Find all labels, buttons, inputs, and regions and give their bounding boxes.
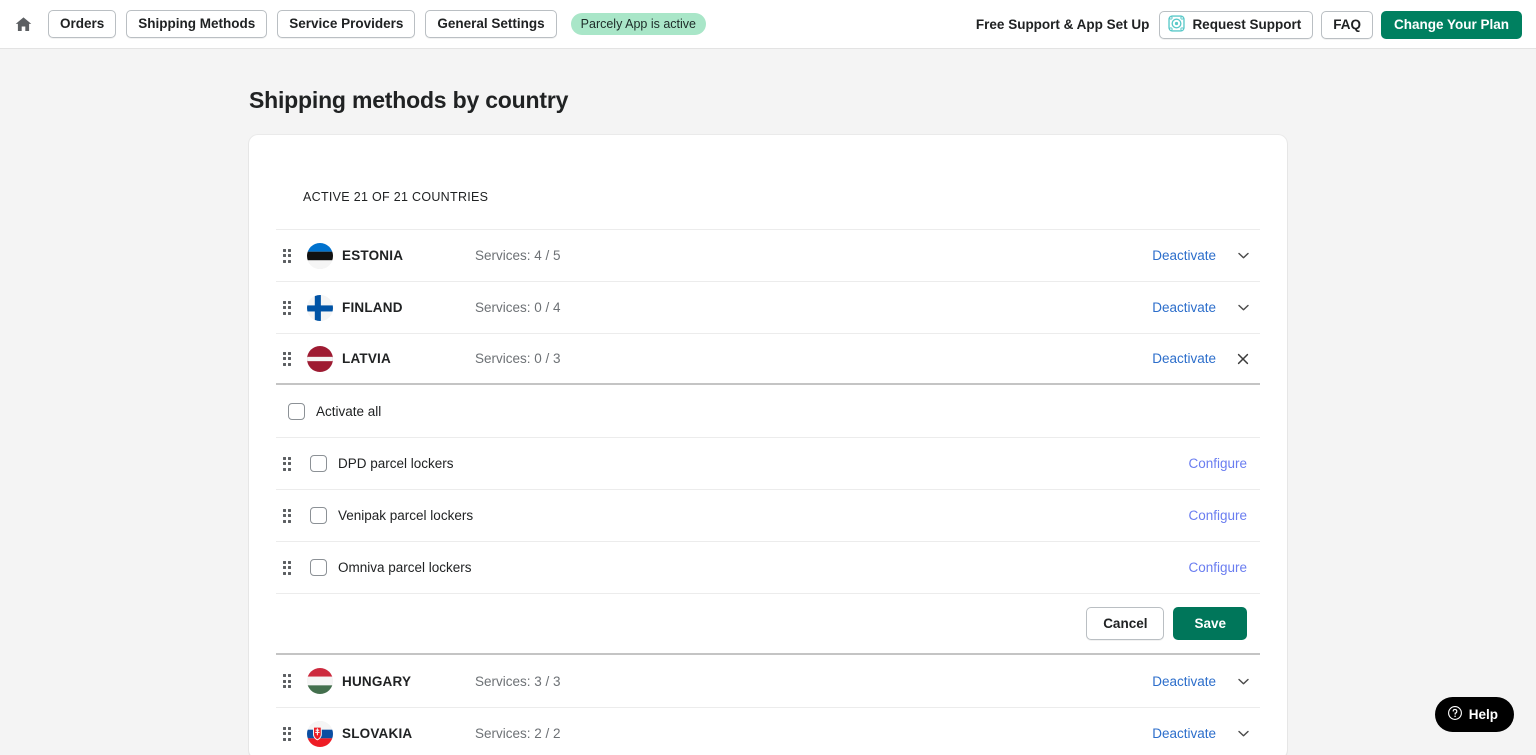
question-circle-icon [1447, 705, 1463, 724]
nav-button-service-providers[interactable]: Service Providers [277, 10, 416, 38]
service-checkbox-wrap [307, 559, 329, 576]
service-checkbox[interactable] [309, 559, 327, 576]
close-icon[interactable] [1231, 347, 1255, 371]
free-support-label: Free Support & App Set Up [975, 17, 1150, 32]
chevron-down-icon[interactable] [1231, 722, 1255, 746]
cancel-button[interactable]: Cancel [1086, 607, 1165, 640]
status-badge: Parcely App is active [570, 13, 706, 35]
drag-handle-icon[interactable] [276, 674, 298, 688]
flag-finland-icon [307, 294, 333, 321]
home-button[interactable] [8, 9, 38, 39]
request-support-button[interactable]: Request Support [1159, 10, 1314, 39]
service-label: Omniva parcel lockers [338, 560, 472, 575]
deactivate-link[interactable]: Deactivate [1152, 300, 1216, 315]
help-widget-button[interactable]: Help [1434, 697, 1514, 732]
drag-handle-icon[interactable] [276, 560, 298, 575]
country-row-slovakia[interactable]: SLOVAKIA Services: 2 / 2 Deactivate [276, 707, 1260, 755]
drag-handle-icon[interactable] [276, 456, 298, 471]
country-name: FINLAND [342, 300, 403, 315]
country-row-latvia[interactable]: LATVIA Services: 0 / 3 Deactivate [276, 333, 1260, 385]
configure-link[interactable]: Configure [1188, 560, 1247, 575]
latvia-services-panel: Activate all DPD parcel lockers Configur… [276, 385, 1260, 655]
home-icon [14, 15, 33, 34]
chevron-down-icon[interactable] [1231, 669, 1255, 693]
active-countries-label: ACTIVE 21 OF 21 COUNTRIES [303, 190, 489, 204]
page-title: Shipping methods by country [249, 87, 569, 113]
deactivate-link[interactable]: Deactivate [1152, 351, 1216, 366]
country-row-finland[interactable]: FINLAND Services: 0 / 4 Deactivate [276, 281, 1260, 333]
drag-handle-icon[interactable] [276, 248, 298, 263]
countries-card: ACTIVE 21 OF 21 COUNTRIES ESTONIA Servic… [249, 135, 1287, 755]
flag-slovakia-icon [307, 720, 333, 747]
country-row-estonia[interactable]: ESTONIA Services: 4 / 5 Deactivate [276, 229, 1260, 281]
country-services-count: Services: 0 / 3 [475, 351, 561, 366]
nav-button-general-settings[interactable]: General Settings [425, 10, 557, 38]
service-row[interactable]: Venipak parcel lockers Configure [276, 489, 1260, 541]
panel-actions-row: Cancel Save [276, 593, 1260, 655]
help-widget-label: Help [1468, 707, 1498, 722]
flag-hungary-icon [307, 668, 333, 694]
activate-all-row[interactable]: Activate all [276, 385, 1260, 437]
nav-button-orders[interactable]: Orders [48, 10, 117, 38]
topbar-right-group: Free Support & App Set Up Request Suppor… [976, 0, 1522, 49]
configure-link[interactable]: Configure [1188, 456, 1247, 471]
flag-estonia-icon [307, 242, 333, 269]
service-checkbox-wrap [307, 455, 329, 472]
country-name: LATVIA [342, 351, 391, 366]
request-support-label: Request Support [1192, 17, 1302, 32]
deactivate-link[interactable]: Deactivate [1152, 726, 1216, 741]
page-body: Shipping methods by country ACTIVE 21 OF… [0, 87, 1536, 755]
activate-all-checkbox-wrap [285, 402, 307, 420]
flag-latvia-icon [307, 345, 333, 372]
deactivate-link[interactable]: Deactivate [1152, 674, 1216, 689]
country-services-count: Services: 2 / 2 [475, 726, 561, 741]
service-row[interactable]: DPD parcel lockers Configure [276, 437, 1260, 489]
drag-handle-icon[interactable] [276, 300, 298, 315]
country-row-hungary[interactable]: HUNGARY Services: 3 / 3 Deactivate [276, 655, 1260, 707]
nav-button-shipping-methods[interactable]: Shipping Methods [126, 10, 268, 38]
chevron-down-icon[interactable] [1231, 296, 1255, 320]
country-services-count: Services: 4 / 5 [475, 248, 561, 263]
service-checkbox[interactable] [309, 507, 327, 524]
deactivate-link[interactable]: Deactivate [1152, 248, 1216, 263]
drag-handle-icon[interactable] [276, 726, 298, 741]
service-label: Venipak parcel lockers [338, 508, 474, 523]
chevron-down-icon[interactable] [1231, 244, 1255, 268]
countries-list: ESTONIA Services: 4 / 5 Deactivate FINLA… [249, 229, 1287, 755]
country-name: SLOVAKIA [342, 726, 413, 741]
service-checkbox[interactable] [309, 455, 327, 472]
change-your-plan-button[interactable]: Change Your Plan [1380, 10, 1522, 39]
country-services-count: Services: 0 / 4 [475, 300, 561, 315]
service-row[interactable]: Omniva parcel lockers Configure [276, 541, 1260, 593]
drag-handle-icon[interactable] [276, 351, 298, 366]
country-name: HUNGARY [342, 673, 412, 689]
activate-all-checkbox[interactable] [287, 402, 305, 420]
service-checkbox-wrap [307, 507, 329, 524]
drag-handle-icon[interactable] [276, 508, 298, 523]
faq-button[interactable]: FAQ [1321, 10, 1373, 39]
save-button[interactable]: Save [1173, 607, 1247, 640]
country-name: ESTONIA [342, 248, 404, 263]
support-target-icon [1168, 14, 1186, 35]
top-navigation-bar: Orders Shipping Methods Service Provider… [0, 0, 1536, 49]
activate-all-label: Activate all [316, 403, 382, 419]
topbar-left-group: Orders Shipping Methods Service Provider… [8, 9, 706, 39]
configure-link[interactable]: Configure [1188, 508, 1247, 523]
service-label: DPD parcel lockers [338, 456, 454, 471]
country-services-count: Services: 3 / 3 [475, 673, 561, 689]
